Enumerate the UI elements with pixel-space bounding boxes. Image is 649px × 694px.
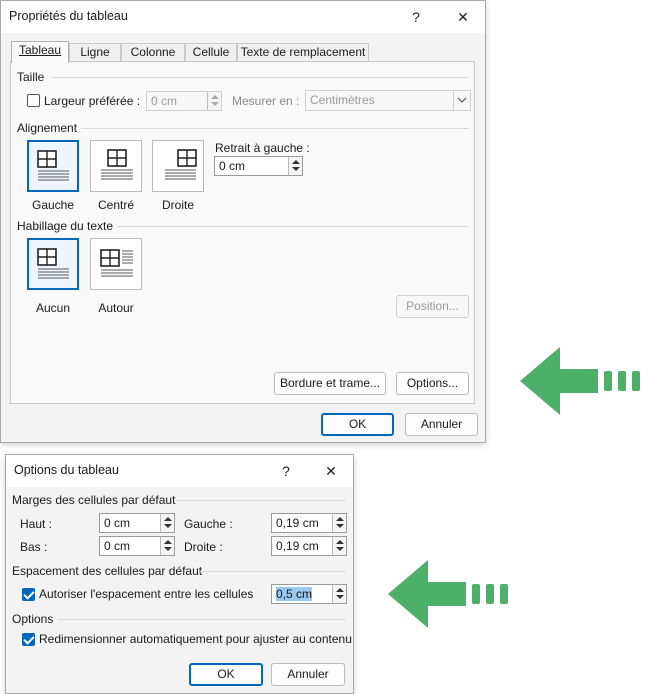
help-button[interactable]: ? [403,7,429,27]
preferred-width-input[interactable]: 0 cm [146,91,222,111]
autoresize-label: Redimensionner automatiquement pour ajus… [39,632,352,646]
position-button[interactable]: Position... [396,295,469,318]
borders-shading-button[interactable]: Bordure et trame... [274,372,386,395]
margin-bottom-label: Bas : [20,540,48,554]
group-divider [200,571,346,572]
group-spacing-label: Espacement des cellules par défaut [12,564,203,578]
spacing-value: 0,5 cm [276,587,313,601]
ok-button[interactable]: OK [189,663,263,686]
margin-bottom-spinner[interactable] [160,537,174,555]
margin-bottom-input[interactable]: 0 cm [99,536,175,556]
margin-top-label: Haut : [20,517,53,531]
group-margins-label: Marges des cellules par défaut [12,493,176,507]
align-right-button[interactable] [152,140,204,192]
preferred-width-value: 0 cm [151,94,178,108]
wrap-none-icon [37,248,69,279]
group-divider [117,226,469,227]
autoresize-checkbox[interactable] [22,633,35,646]
tab-cell[interactable]: Cellule [185,43,237,62]
align-left-button[interactable] [27,140,79,192]
table-align-center-icon [101,149,133,180]
table-options-dialog: Options du tableau ? ✕ Marges des cellul… [5,454,354,694]
group-alignment-label: Alignement [17,121,78,135]
margin-bottom-value: 0 cm [104,539,131,553]
preferred-width-spinner[interactable] [207,92,221,110]
spacing-spinner[interactable] [332,585,346,603]
margin-top-input[interactable]: 0 cm [99,513,175,533]
wrap-none-caption: Aucun [35,301,71,315]
align-center-caption: Centré [97,198,135,212]
margin-left-label: Gauche : [184,517,233,531]
tab-label: Ligne [80,45,110,59]
tab-label: Cellule [192,45,230,59]
margin-top-value: 0 cm [104,516,131,530]
wrap-none-button[interactable] [27,238,79,290]
tab-label: Colonne [130,45,176,59]
tab-alt-text[interactable]: Texte de remplacement [237,43,369,62]
arrow-left-icon [520,347,640,415]
close-icon[interactable]: ✕ [450,7,476,27]
ok-button[interactable]: OK [321,413,394,436]
margin-left-input[interactable]: 0,19 cm [271,513,347,533]
title-bar: Options du tableau ? ✕ [6,455,353,487]
wrap-around-caption: Autour [98,301,134,315]
chevron-down-icon [453,91,470,110]
preferred-width-label: Largeur préférée : [44,94,141,108]
cancel-button[interactable]: Annuler [271,663,345,686]
indent-left-label: Retrait à gauche : [215,141,310,155]
group-options-label: Options [12,612,54,626]
indent-left-value: 0 cm [219,159,246,173]
align-center-button[interactable] [90,140,142,192]
measure-in-select[interactable]: Centimètres [305,90,471,111]
wrap-around-button[interactable] [90,238,142,290]
dialog-title: Options du tableau [14,463,119,477]
wrap-around-icon [100,249,133,277]
options-button[interactable]: Options... [396,372,469,395]
group-divider [176,500,346,501]
table-properties-dialog: Propriétés du tableau ? ✕ Tableau Ligne … [0,0,486,443]
measure-in-label: Mesurer en : [232,94,300,108]
tab-label: Texte de remplacement [240,45,366,59]
tab-label: Tableau [18,43,62,57]
indent-left-spinner[interactable] [288,157,302,175]
tab-row[interactable]: Ligne [69,43,121,62]
margin-right-input[interactable]: 0,19 cm [271,536,347,556]
margin-left-spinner[interactable] [332,514,346,532]
margin-right-value: 0,19 cm [276,539,319,553]
align-right-caption: Droite [161,198,194,212]
margin-left-value: 0,19 cm [276,516,319,530]
margin-top-spinner[interactable] [160,514,174,532]
margin-right-spinner[interactable] [332,537,346,555]
help-button[interactable]: ? [273,461,299,481]
title-bar: Propriétés du tableau ? ✕ [1,1,485,33]
margin-right-label: Droite : [184,540,223,554]
tab-table[interactable]: Tableau [11,41,69,63]
close-icon[interactable]: ✕ [318,461,344,481]
allow-spacing-checkbox[interactable] [22,588,35,601]
group-divider [81,128,469,129]
group-divider [51,77,469,78]
measure-in-value: Centimètres [310,93,375,107]
align-left-caption: Gauche [31,198,75,212]
allow-spacing-label: Autoriser l'espacement entre les cellule… [39,587,254,601]
indent-left-input[interactable]: 0 cm [214,156,303,176]
tab-column[interactable]: Colonne [121,43,185,62]
table-align-left-icon [37,150,69,181]
spacing-input[interactable]: 0,5 cm [271,584,347,604]
dialog-title: Propriétés du tableau [9,9,128,23]
group-divider [58,619,346,620]
table-align-right-icon [165,149,197,180]
group-wrapping-label: Habillage du texte [17,219,114,233]
preferred-width-checkbox[interactable] [27,94,40,107]
cancel-button[interactable]: Annuler [405,413,478,436]
group-size-label: Taille [17,70,45,84]
arrow-left-icon [388,560,508,628]
